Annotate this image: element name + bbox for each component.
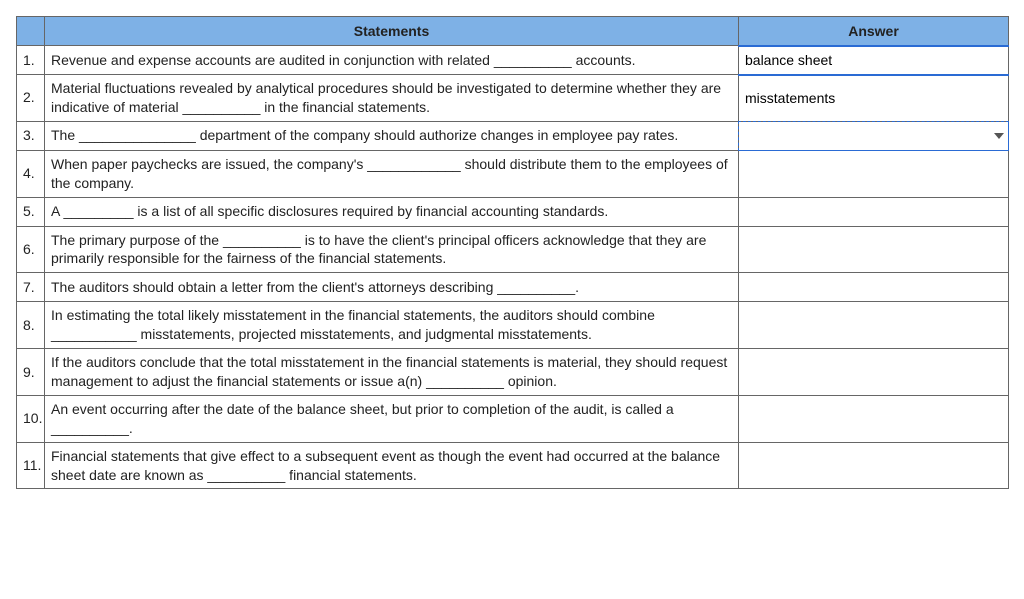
answer-cell[interactable]	[739, 302, 1009, 349]
answer-input[interactable]	[739, 311, 1008, 339]
table-row: 9.If the auditors conclude that the tota…	[17, 349, 1009, 396]
statements-table: Statements Answer 1.Revenue and expense …	[16, 16, 1009, 489]
statement-cell: When paper paychecks are issued, the com…	[45, 150, 739, 197]
answer-input[interactable]	[739, 46, 1008, 74]
answer-cell[interactable]	[739, 121, 1009, 150]
answer-cell[interactable]	[739, 46, 1009, 75]
row-number: 7.	[17, 273, 45, 302]
answer-input[interactable]	[739, 405, 1008, 433]
answer-input[interactable]	[739, 235, 1008, 263]
statement-cell: In estimating the total likely misstatem…	[45, 302, 739, 349]
table-row: 10.An event occurring after the date of …	[17, 395, 1009, 442]
row-number: 6.	[17, 226, 45, 273]
row-number: 3.	[17, 121, 45, 150]
row-number: 4.	[17, 150, 45, 197]
table-row: 3.The _______________ department of the …	[17, 121, 1009, 150]
row-number: 8.	[17, 302, 45, 349]
statement-cell: Material fluctuations revealed by analyt…	[45, 75, 739, 122]
answer-input[interactable]	[739, 160, 1008, 188]
header-corner	[17, 17, 45, 46]
row-number: 5.	[17, 197, 45, 226]
statement-cell: If the auditors conclude that the total …	[45, 349, 739, 396]
row-number: 1.	[17, 46, 45, 75]
answer-input[interactable]	[739, 273, 1008, 301]
table-row: 6.The primary purpose of the __________ …	[17, 226, 1009, 273]
row-number: 9.	[17, 349, 45, 396]
row-number: 11.	[17, 442, 45, 489]
table-row: 11.Financial statements that give effect…	[17, 442, 1009, 489]
statement-cell: Financial statements that give effect to…	[45, 442, 739, 489]
answer-input[interactable]	[739, 452, 1008, 480]
table-row: 7.The auditors should obtain a letter fr…	[17, 273, 1009, 302]
header-answer: Answer	[739, 17, 1009, 46]
header-row: Statements Answer	[17, 17, 1009, 46]
answer-cell[interactable]	[739, 273, 1009, 302]
statement-cell: The auditors should obtain a letter from…	[45, 273, 739, 302]
table-row: 2.Material fluctuations revealed by anal…	[17, 75, 1009, 122]
statement-cell: The _______________ department of the co…	[45, 121, 739, 150]
answer-cell[interactable]	[739, 395, 1009, 442]
answer-cell[interactable]	[739, 349, 1009, 396]
answer-edge-indicator	[738, 74, 1009, 76]
statement-cell: The primary purpose of the __________ is…	[45, 226, 739, 273]
table-row: 4.When paper paychecks are issued, the c…	[17, 150, 1009, 197]
answer-input[interactable]	[739, 84, 1008, 112]
answer-input[interactable]	[739, 358, 1008, 386]
answer-cell[interactable]	[739, 226, 1009, 273]
statement-cell: An event occurring after the date of the…	[45, 395, 739, 442]
answer-input[interactable]	[739, 198, 1008, 226]
answer-input[interactable]	[739, 122, 1008, 150]
row-number: 10.	[17, 395, 45, 442]
table-row: 5.A _________ is a list of all specific …	[17, 197, 1009, 226]
table-row: 1.Revenue and expense accounts are audit…	[17, 46, 1009, 75]
answer-cell[interactable]	[739, 150, 1009, 197]
chevron-down-icon[interactable]	[994, 133, 1004, 139]
answer-cell[interactable]	[739, 197, 1009, 226]
statement-cell: Revenue and expense accounts are audited…	[45, 46, 739, 75]
answer-cell[interactable]	[739, 442, 1009, 489]
table-row: 8.In estimating the total likely misstat…	[17, 302, 1009, 349]
answer-cell[interactable]	[739, 75, 1009, 122]
statement-cell: A _________ is a list of all specific di…	[45, 197, 739, 226]
header-statements: Statements	[45, 17, 739, 46]
answer-edge-indicator	[738, 45, 1009, 47]
row-number: 2.	[17, 75, 45, 122]
